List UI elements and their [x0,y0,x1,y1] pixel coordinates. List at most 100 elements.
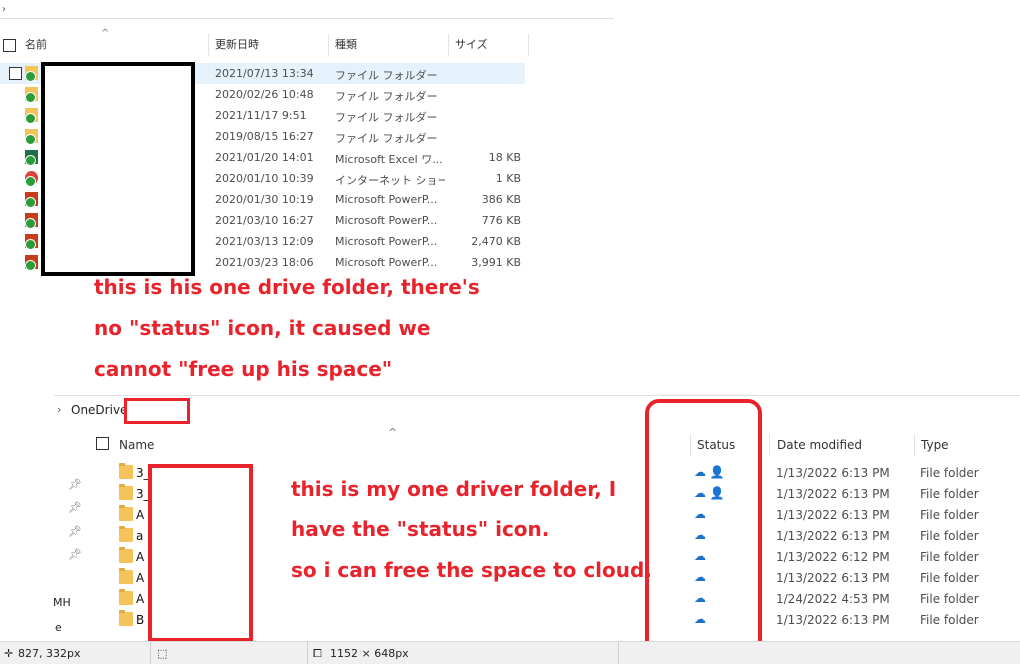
ppt-icon [25,255,38,271]
name-cell: a [136,529,144,543]
column-divider[interactable] [448,34,449,56]
modified-cell: 2021/07/13 13:34 [215,67,314,80]
size-cell: 1 KB [495,172,521,185]
modified-cell: 2020/01/30 10:19 [215,193,314,206]
image-viewer-statusbar: ✛ 827, 332px ⬚ ⧠ 1152 × 648px [0,641,1020,664]
modified-cell: 1/13/2022 6:13 PM [776,613,890,627]
synced-check-icon [25,113,36,124]
excel-icon [25,150,38,166]
type-cell: Microsoft Excel ワ... [335,153,443,166]
column-divider[interactable] [208,34,209,56]
synced-check-icon [25,71,36,82]
name-cell: A [136,571,145,585]
folder-icon [119,526,133,542]
size-cell: 386 KB [481,193,521,206]
modified-cell: 2021/01/20 14:01 [215,151,314,164]
cursor-icon: ✛ [4,647,14,660]
column-size[interactable]: サイズ [455,36,488,52]
type-cell: ファイル フォルダー [335,90,438,103]
chrome-icon [25,171,38,187]
type-cell: Microsoft PowerP... [335,193,438,206]
type-cell: File folder [920,550,979,564]
type-cell: File folder [920,529,979,543]
size-cell: 18 KB [488,151,521,164]
column-divider[interactable] [328,34,329,56]
modified-cell: 1/24/2022 4:53 PM [776,592,890,606]
column-modified[interactable]: 更新日時 [215,36,259,52]
redaction-box [124,398,190,424]
synced-check-icon [25,176,36,187]
selection-icon: ⬚ [157,647,168,660]
column-divider[interactable] [914,434,915,456]
redaction-box [148,464,253,642]
modified-cell: 2021/03/23 18:06 [215,256,314,269]
modified-cell: 1/13/2022 6:13 PM [776,466,890,480]
modified-cell: 1/13/2022 6:12 PM [776,550,890,564]
row-checkbox[interactable] [9,67,22,80]
modified-cell: 2019/08/15 16:27 [215,130,314,143]
select-all-checkbox[interactable] [96,437,109,450]
folder-icon [25,129,38,145]
type-cell: Microsoft PowerP... [335,214,438,227]
modified-cell: 2021/03/13 12:09 [215,235,314,248]
image-size: 1152 × 648px [330,647,409,660]
column-modified[interactable]: Date modified [777,438,862,452]
type-cell: ファイル フォルダー [335,132,438,145]
bottom-address-bar[interactable]: › OneDrive [54,395,1020,424]
annotation-line: have the "status" icon. [291,517,550,541]
column-type[interactable]: Type [921,438,949,452]
folder-icon [119,505,133,521]
name-cell: A [136,550,145,564]
sort-up-icon: ^ [388,426,398,439]
type-cell: File folder [920,487,979,501]
type-cell: Microsoft PowerP... [335,256,438,269]
synced-check-icon [25,92,36,103]
modified-cell: 2021/11/17 9:51 [215,109,307,122]
modified-cell: 2020/01/10 10:39 [215,172,314,185]
folder-icon [119,547,133,563]
name-cell: B [136,613,145,627]
top-column-header: 名前 ^ 更新日時 種類 サイズ [0,28,530,56]
ppt-icon [25,234,38,250]
type-cell: File folder [920,466,979,480]
annotation-line: this is my one driver folder, I [291,477,617,501]
modified-cell: 1/13/2022 6:13 PM [776,529,890,543]
breadcrumb-onedrive[interactable]: OneDrive [71,403,127,417]
column-type[interactable]: 種類 [335,36,357,52]
modified-cell: 2020/02/26 10:48 [215,88,314,101]
synced-check-icon [25,155,36,166]
folder-icon [119,610,133,626]
folder-icon [25,108,38,124]
column-name[interactable]: 名前 [25,36,47,52]
chevron-right-icon[interactable]: › [57,403,61,416]
top-address-bar[interactable]: › [0,0,614,19]
type-cell: File folder [920,508,979,522]
select-all-checkbox[interactable] [3,39,16,52]
modified-cell: 1/13/2022 6:13 PM [776,487,890,501]
image-size-icon: ⧠ [313,647,322,660]
column-divider[interactable] [528,34,529,56]
column-divider[interactable] [769,434,770,456]
chevron-right-icon[interactable]: › [2,4,6,15]
folder-icon [119,589,133,605]
folder-icon [25,87,38,103]
synced-check-icon [25,239,36,250]
annotation-line: cannot "free up his space" [94,357,393,381]
type-cell: File folder [920,571,979,585]
synced-check-icon [25,197,36,208]
annotation-line: no "status" icon, it caused we [94,316,431,340]
name-cell: A [136,508,145,522]
synced-check-icon [25,134,36,145]
annotation-line: this is his one drive folder, there's [94,275,480,299]
folder-icon [119,463,133,479]
column-name[interactable]: Name [119,438,154,452]
cursor-coords: 827, 332px [18,647,81,660]
redaction-box [41,62,195,276]
size-cell: 2,470 KB [471,235,521,248]
ppt-icon [25,213,38,229]
type-cell: ファイル フォルダー [335,111,438,124]
type-cell: File folder [920,613,979,627]
folder-icon [119,568,133,584]
type-cell: インターネット ショート... [335,174,445,187]
sort-up-icon: ^ [101,28,110,39]
